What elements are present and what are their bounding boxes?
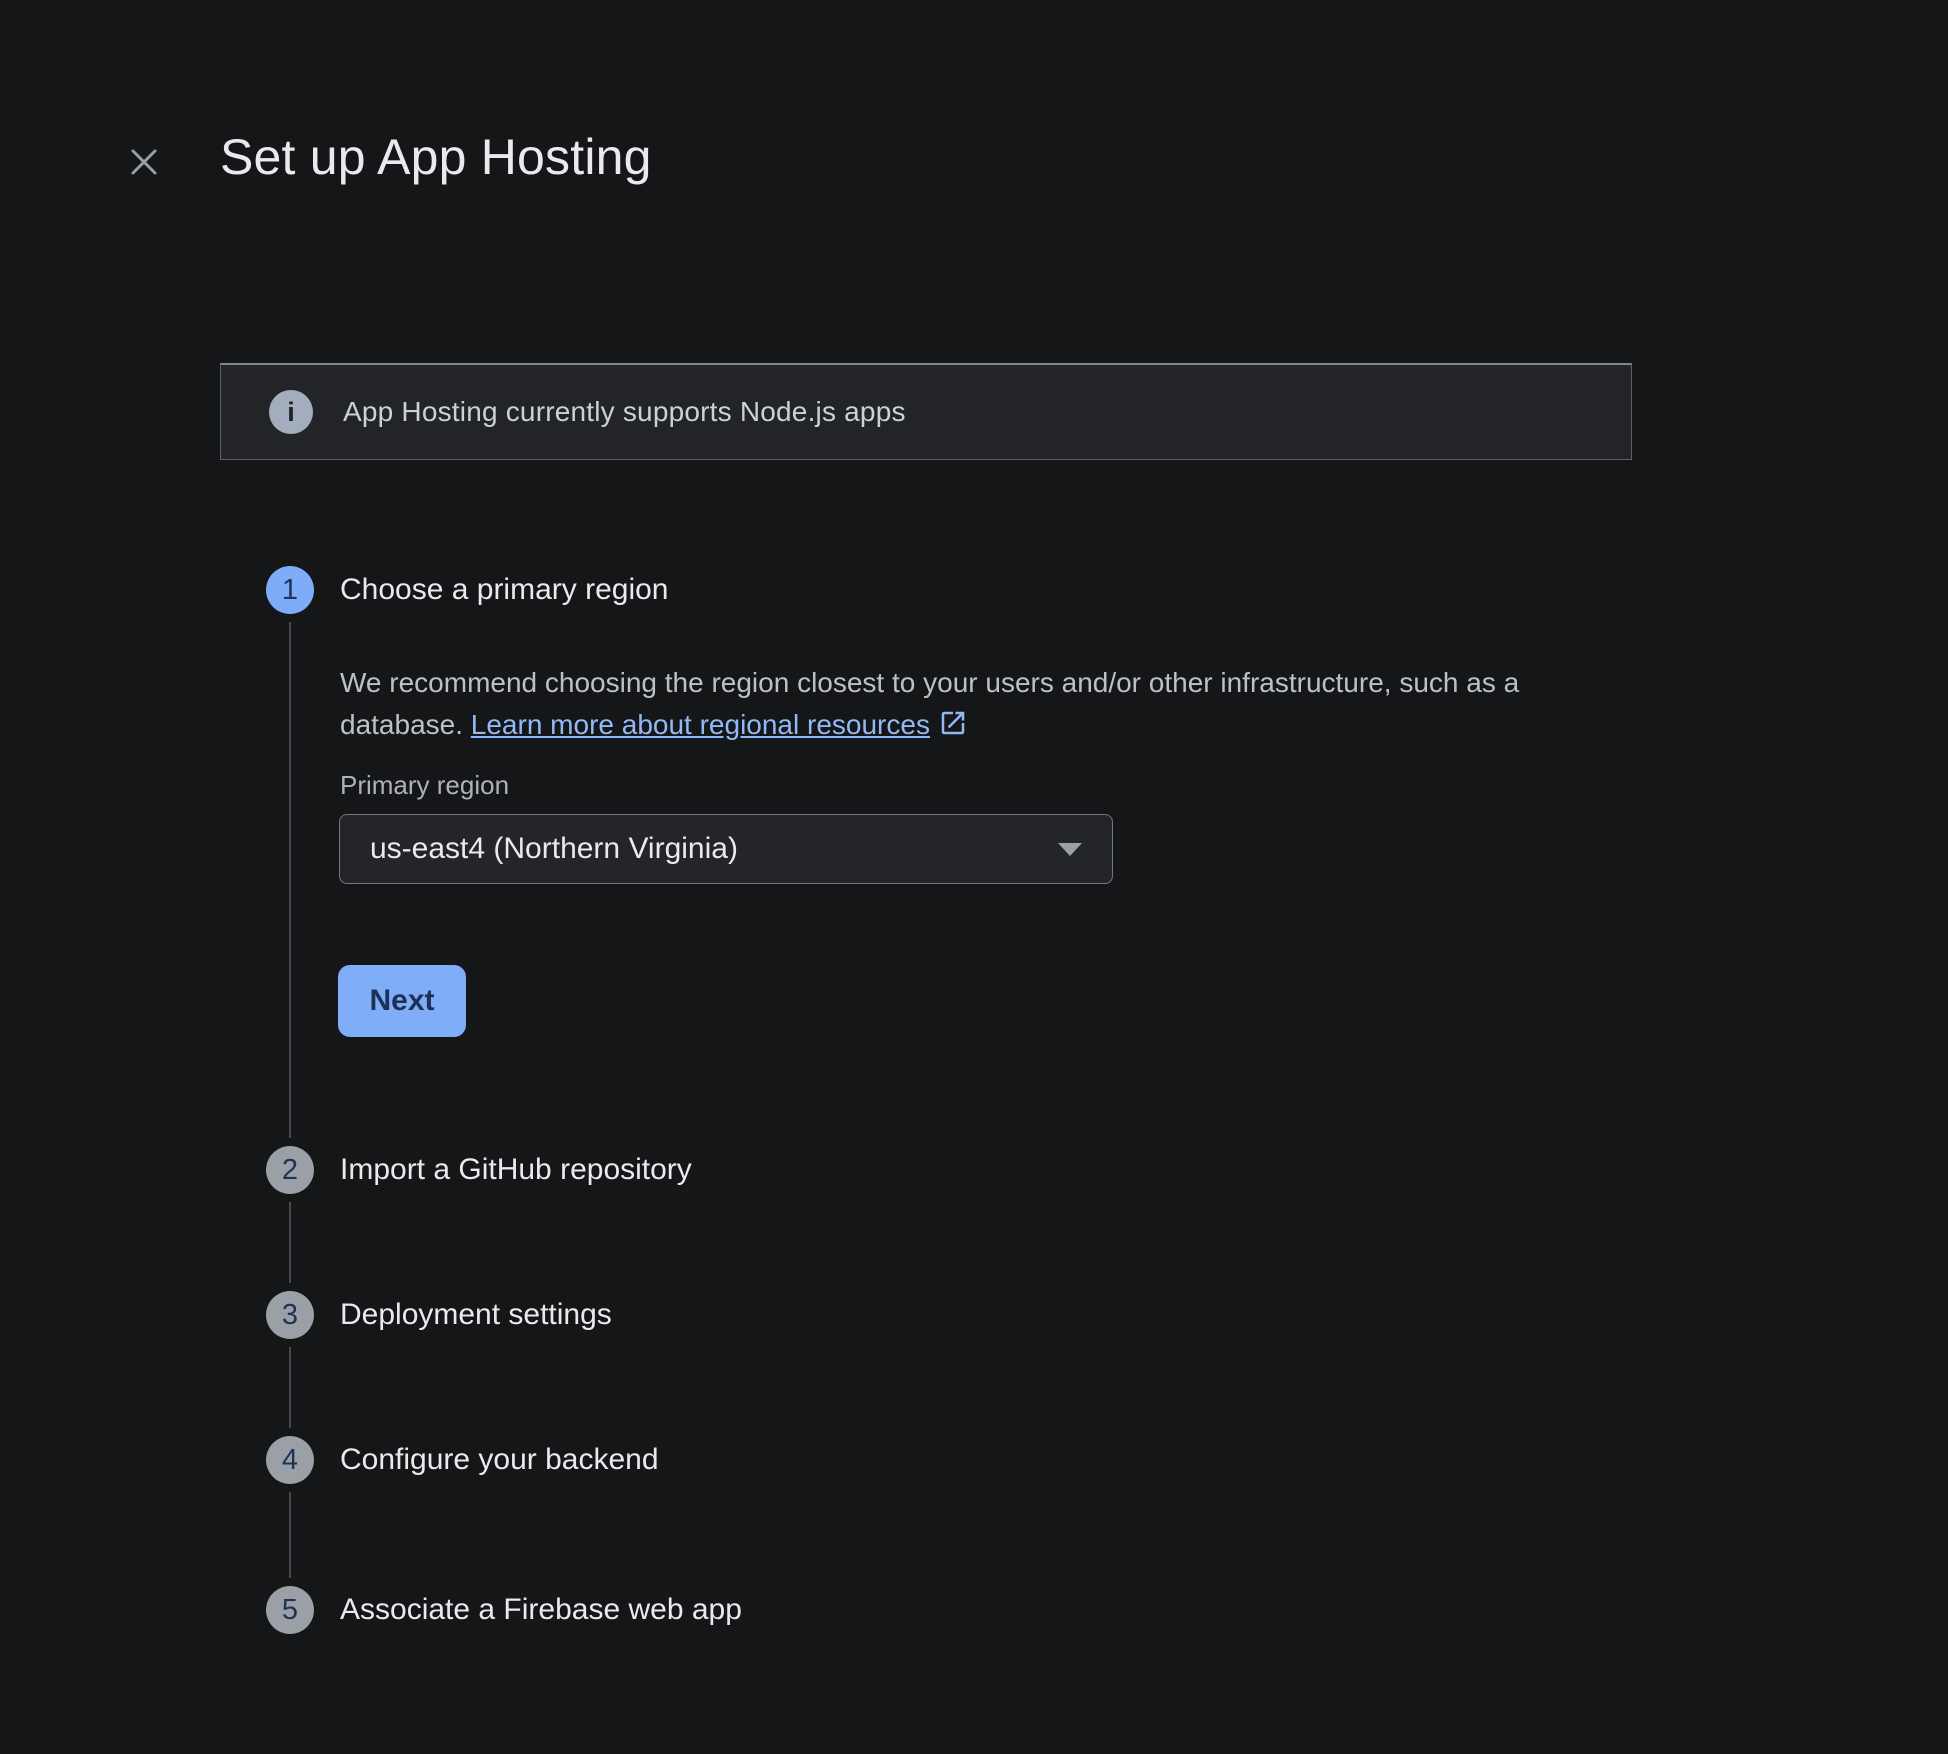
step-connector-4 [289, 1492, 291, 1578]
step-5-number: 5 [282, 1594, 298, 1627]
step-5-title: Associate a Firebase web app [340, 1589, 742, 1631]
learn-more-link-label: Learn more about regional resources [471, 709, 930, 740]
step-3-number: 3 [282, 1299, 298, 1332]
close-icon [127, 145, 161, 184]
step-2-indicator: 2 [266, 1146, 314, 1194]
dropdown-arrow-icon [1058, 843, 1082, 856]
step-4-number: 4 [282, 1444, 298, 1477]
step-connector-3 [289, 1347, 291, 1428]
info-banner-text: App Hosting currently supports Node.js a… [343, 396, 906, 428]
step-5-indicator: 5 [266, 1586, 314, 1634]
close-button[interactable] [116, 136, 172, 192]
next-button[interactable]: Next [338, 965, 466, 1037]
step-1-number: 1 [282, 574, 298, 607]
step-connector-1 [289, 622, 291, 1138]
primary-region-label: Primary region [340, 770, 509, 801]
page-title: Set up App Hosting [220, 128, 652, 186]
step-4-indicator: 4 [266, 1436, 314, 1484]
info-banner: i App Hosting currently supports Node.js… [220, 363, 1632, 460]
primary-region-selected-value: us-east4 (Northern Virginia) [370, 832, 1058, 866]
step-3-indicator: 3 [266, 1291, 314, 1339]
learn-more-link[interactable]: Learn more about regional resources [471, 709, 968, 740]
step-1-indicator: 1 [266, 566, 314, 614]
primary-region-select[interactable]: us-east4 (Northern Virginia) [339, 814, 1113, 884]
step-3-title: Deployment settings [340, 1294, 612, 1336]
info-icon: i [269, 390, 313, 434]
setup-app-hosting-dialog: Set up App Hosting i App Hosting current… [0, 0, 1948, 1754]
step-connector-2 [289, 1202, 291, 1283]
external-link-icon [938, 708, 968, 750]
step-2-title: Import a GitHub repository [340, 1149, 692, 1191]
step-1-description: We recommend choosing the region closest… [340, 662, 1555, 750]
step-2-number: 2 [282, 1154, 298, 1187]
step-4-title: Configure your backend [340, 1439, 659, 1481]
step-1-title: Choose a primary region [340, 569, 669, 611]
